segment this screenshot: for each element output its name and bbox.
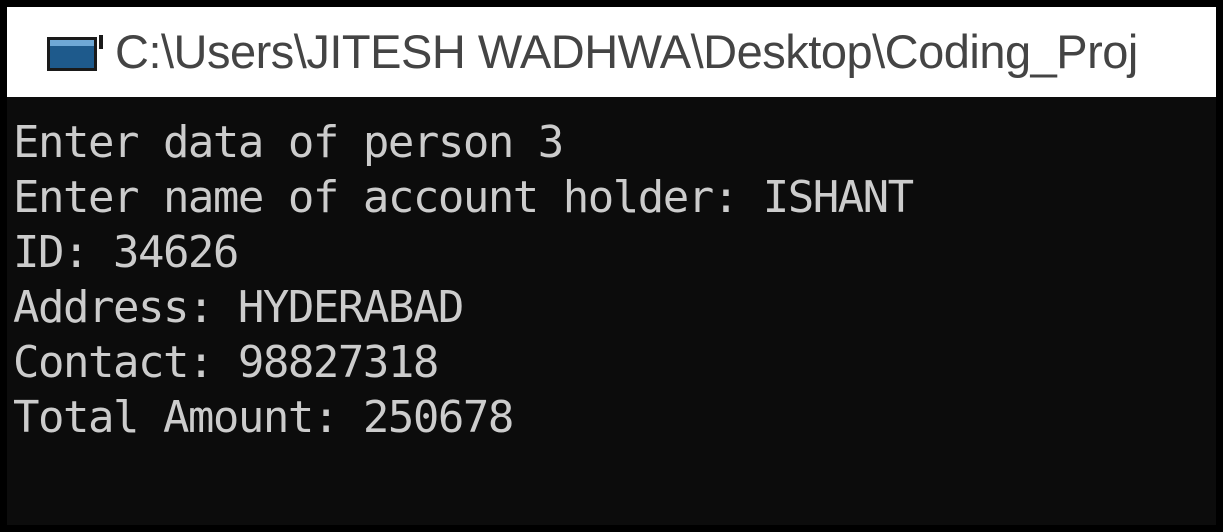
console-line: Address: HYDERABAD bbox=[13, 282, 464, 333]
console-line: Total Amount: 250678 bbox=[13, 392, 514, 443]
console-line: Enter data of person 3 bbox=[13, 117, 564, 168]
console-line: ID: 34626 bbox=[13, 227, 239, 278]
window-title: C:\Users\JITESH WADHWA\Desktop\Coding_Pr… bbox=[115, 25, 1138, 78]
console-line: Enter name of account holder: ISHANT bbox=[13, 172, 914, 223]
console-window-icon bbox=[47, 35, 103, 71]
console-output[interactable]: Enter data of person 3 Enter name of acc… bbox=[7, 97, 1216, 525]
console-window: C:\Users\JITESH WADHWA\Desktop\Coding_Pr… bbox=[0, 0, 1223, 532]
console-line: Contact: 98827318 bbox=[13, 337, 439, 388]
title-bar[interactable]: C:\Users\JITESH WADHWA\Desktop\Coding_Pr… bbox=[7, 7, 1216, 97]
